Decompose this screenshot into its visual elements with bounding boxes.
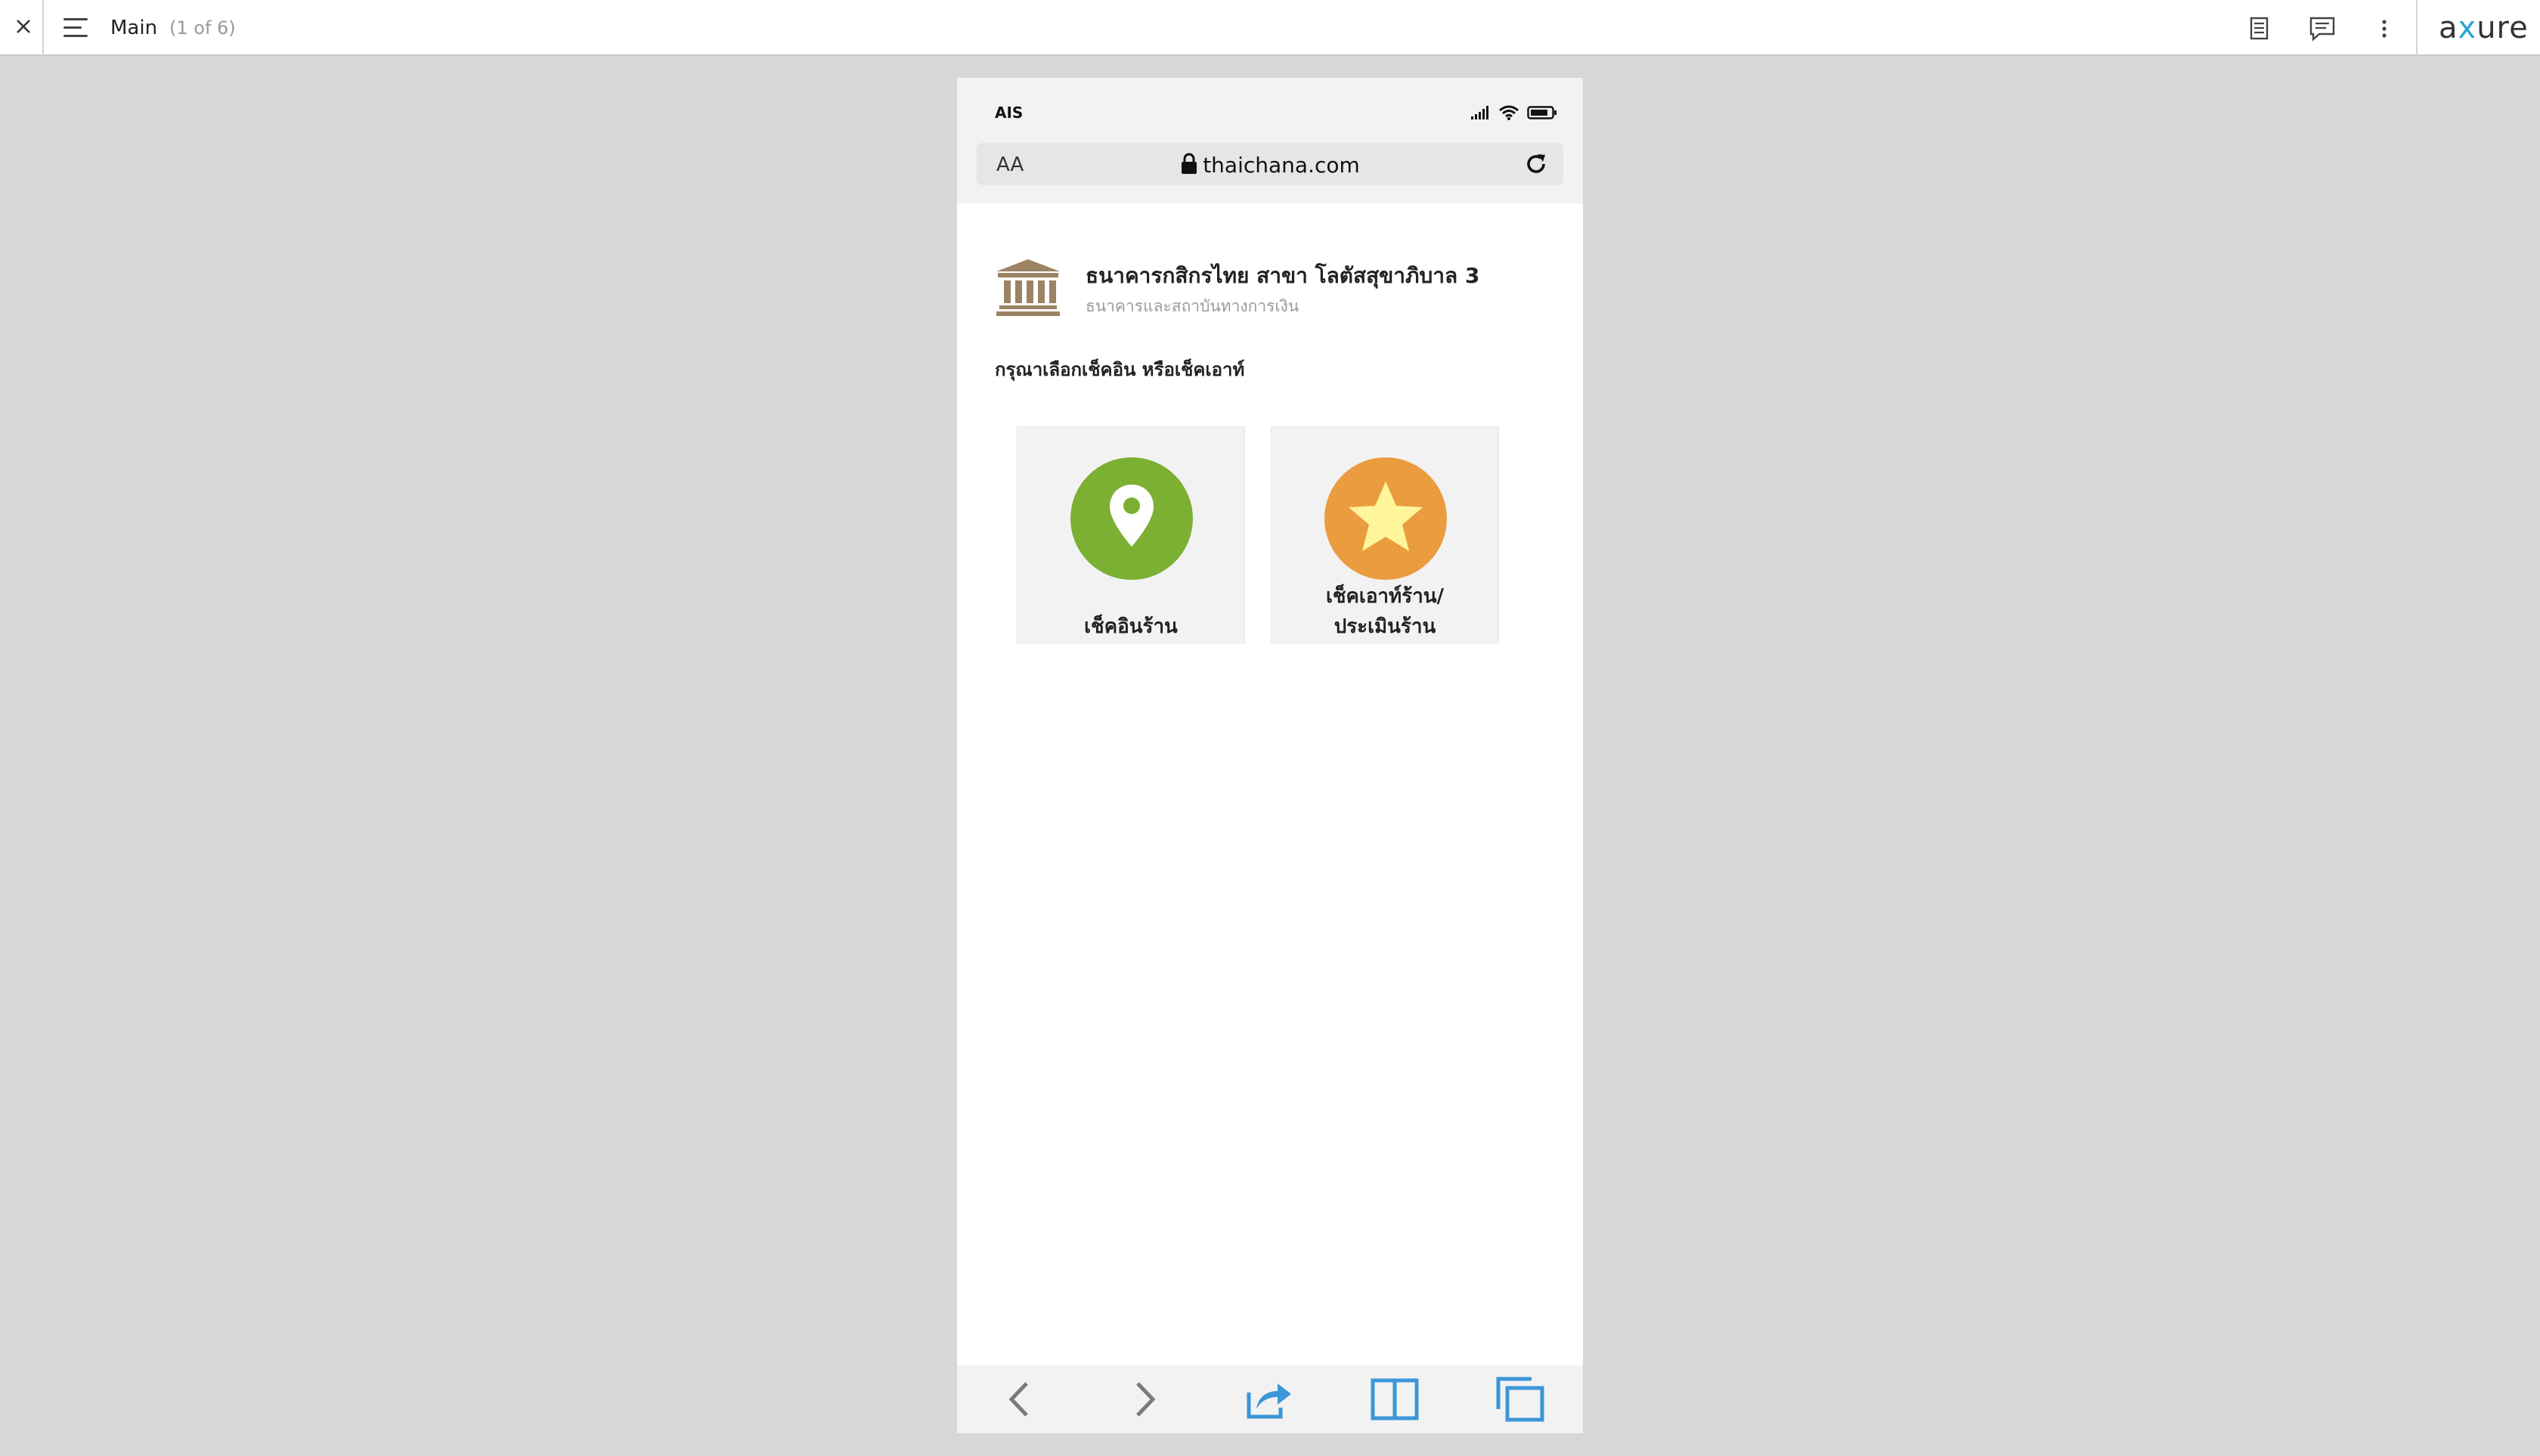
instruction-text: กรุณาเลือกเช็คอิน หรือเช็คเอาท์: [995, 359, 1245, 380]
bank-icon: [995, 256, 1061, 317]
shop-name: ธนาคารกสิกรไทย สาขา โลตัสสุขาภิบาล 3: [1086, 263, 1480, 288]
checkin-label: เช็คอินร้าน: [1084, 615, 1178, 638]
notes-icon[interactable]: [2244, 14, 2274, 44]
carrier-label: AIS: [995, 104, 1024, 122]
signal-icon: [1471, 106, 1488, 119]
shop-category: ธนาคารและสถาบันทางการเงิน: [1086, 297, 1299, 315]
lock-icon: [1182, 153, 1197, 174]
divider: [42, 0, 44, 56]
menu-icon[interactable]: [64, 17, 89, 39]
bookmarks-icon[interactable]: [1370, 1376, 1420, 1423]
page-name[interactable]: Main: [110, 17, 157, 39]
checkout-button[interactable]: เช็คเอาท์ร้าน/ ประเมินร้าน: [1271, 426, 1499, 643]
checkout-label: เช็คเอาท์ร้าน/ ประเมินร้าน: [1326, 585, 1444, 638]
forward-icon[interactable]: [1120, 1376, 1169, 1423]
status-bar: AIS: [957, 78, 1583, 143]
wifi-icon: [1499, 105, 1519, 120]
battery-icon: [1527, 106, 1557, 119]
viewer-toolbar: Main (1 of 6) axure: [0, 0, 2540, 56]
back-icon[interactable]: [995, 1376, 1045, 1423]
url-display[interactable]: thaichana.com: [977, 152, 1563, 178]
page-count: (1 of 6): [169, 17, 236, 39]
location-pin-icon: [1070, 457, 1193, 580]
comments-icon[interactable]: [2307, 14, 2337, 44]
reload-icon[interactable]: [1522, 150, 1550, 178]
status-icons: [1470, 104, 1557, 122]
address-field[interactable]: AA thaichana.com: [977, 143, 1563, 185]
more-icon[interactable]: [2369, 14, 2399, 44]
url-text: thaichana.com: [1203, 153, 1360, 178]
checkin-button[interactable]: เช็คอินร้าน: [1017, 426, 1245, 643]
browser-toolbar: [957, 1365, 1583, 1433]
axure-logo: axure: [2439, 11, 2529, 45]
phone-screen: AIS AA thaichana.com ธนาคารกสิกรไทย สาขา…: [957, 78, 1583, 1433]
divider: [2416, 0, 2418, 56]
close-icon[interactable]: [11, 14, 36, 39]
star-icon: [1324, 457, 1447, 580]
browser-address-bar: AA thaichana.com: [957, 143, 1583, 203]
tabs-icon[interactable]: [1495, 1376, 1545, 1423]
share-icon[interactable]: [1244, 1376, 1294, 1423]
